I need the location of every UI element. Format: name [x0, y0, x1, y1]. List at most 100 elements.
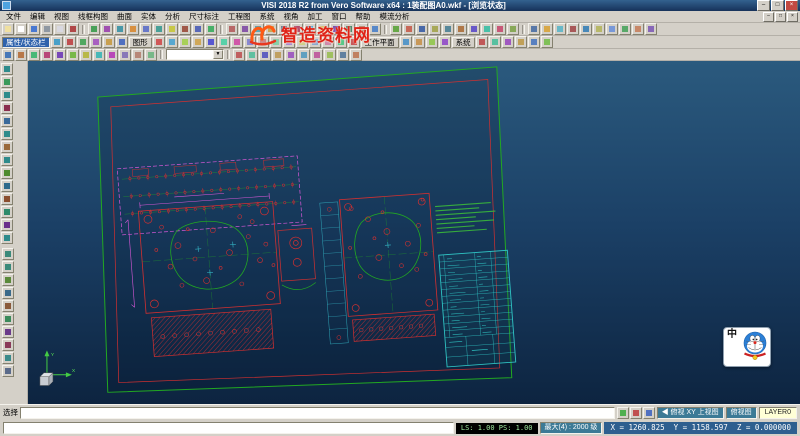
toolbar-icon[interactable] — [429, 23, 441, 35]
sidebar-tool-icon[interactable] — [1, 180, 13, 192]
menu-item[interactable]: 尺寸标注 — [185, 11, 223, 22]
menu-item[interactable]: 视图 — [50, 11, 73, 22]
toolbar-icon[interactable] — [179, 36, 191, 48]
menu-item[interactable]: 帮助 — [352, 11, 375, 22]
menu-item[interactable]: 窗口 — [328, 11, 351, 22]
status-tool-icon[interactable] — [643, 407, 655, 419]
view-name-button[interactable]: 俯视图 — [726, 407, 757, 419]
toolbar-icon[interactable] — [166, 23, 178, 35]
toolbar-icon[interactable] — [455, 23, 467, 35]
toolbar-icon[interactable] — [166, 36, 178, 48]
status-tool-icon[interactable] — [617, 407, 629, 419]
toolbar-icon[interactable] — [192, 36, 204, 48]
toolbar-icon[interactable] — [116, 36, 128, 48]
tab-system[interactable]: 系统 — [452, 37, 475, 48]
menu-item[interactable]: 编辑 — [26, 11, 49, 22]
toolbar-icon[interactable] — [233, 49, 245, 61]
cad-viewport[interactable]: YX — [28, 61, 800, 404]
toolbar-icon[interactable] — [283, 36, 295, 48]
toolbar-icon[interactable] — [15, 23, 27, 35]
sidebar-tool-icon[interactable] — [2, 287, 14, 299]
toolbar-icon[interactable] — [507, 23, 519, 35]
cad-canvas[interactable]: YX 中 — [28, 61, 800, 404]
toolbar-icon[interactable] — [400, 36, 412, 48]
sidebar-tool-icon[interactable] — [1, 206, 13, 218]
toolbar-icon[interactable] — [106, 49, 118, 61]
toolbar-icon[interactable] — [330, 23, 342, 35]
toolbar-icon[interactable] — [403, 23, 415, 35]
toolbar-combo[interactable]: ▼ — [166, 49, 224, 60]
toolbar-icon[interactable] — [442, 23, 454, 35]
toolbar-icon[interactable] — [322, 36, 334, 48]
toolbar-icon[interactable] — [645, 23, 657, 35]
sidebar-tool-icon[interactable] — [1, 76, 13, 88]
maximize-button[interactable]: □ — [771, 0, 784, 11]
close-button[interactable]: × — [785, 0, 798, 11]
toolbar-icon[interactable] — [291, 23, 303, 35]
sidebar-tool-icon[interactable] — [2, 326, 14, 338]
toolbar-icon[interactable] — [606, 23, 618, 35]
toolbar-icon[interactable] — [270, 36, 282, 48]
snap-setting-button[interactable]: 最大(4) : 2000 级 — [540, 422, 603, 434]
toolbar-icon[interactable] — [309, 36, 321, 48]
tab-properties-status[interactable]: 属性/状态栏 — [2, 37, 50, 48]
toolbar-icon[interactable] — [153, 36, 165, 48]
toolbar-icon[interactable] — [114, 23, 126, 35]
toolbar-icon[interactable] — [343, 23, 355, 35]
toolbar-icon[interactable] — [145, 49, 157, 61]
toolbar-icon[interactable] — [324, 49, 336, 61]
toolbar-icon[interactable] — [119, 49, 131, 61]
chevron-down-icon[interactable]: ▼ — [213, 50, 223, 59]
toolbar-icon[interactable] — [41, 23, 53, 35]
menu-item[interactable]: 实体 — [137, 11, 160, 22]
toolbar-icon[interactable] — [218, 36, 230, 48]
toolbar-icon[interactable] — [179, 23, 191, 35]
toolbar-icon[interactable] — [439, 36, 451, 48]
toolbar-icon[interactable] — [64, 36, 76, 48]
toolbar-icon[interactable] — [369, 23, 381, 35]
toolbar-icon[interactable] — [356, 23, 368, 35]
menu-item[interactable]: 文件 — [2, 11, 25, 22]
sidebar-tool-icon[interactable] — [1, 167, 13, 179]
toolbar-icon[interactable] — [476, 36, 488, 48]
mdi-minimize-button[interactable]: – — [763, 12, 774, 22]
sidebar-tool-icon[interactable] — [2, 300, 14, 312]
menu-item[interactable]: 线框构图 — [74, 11, 112, 22]
toolbar-icon[interactable] — [28, 23, 40, 35]
toolbar-icon[interactable] — [390, 23, 402, 35]
menu-item[interactable]: 视角 — [280, 11, 303, 22]
toolbar-icon[interactable] — [632, 23, 644, 35]
sidebar-tool-icon[interactable] — [1, 128, 13, 140]
view-orientation-button[interactable]: ◀ 俯视 XY 上视图 — [657, 407, 724, 419]
toolbar-icon[interactable] — [335, 36, 347, 48]
menu-item[interactable]: 系统 — [256, 11, 279, 22]
toolbar-icon[interactable] — [231, 36, 243, 48]
toolbar-icon[interactable] — [257, 36, 269, 48]
toolbar-icon[interactable] — [481, 23, 493, 35]
sidebar-tool-icon[interactable] — [1, 63, 13, 75]
toolbar-icon[interactable] — [619, 23, 631, 35]
toolbar-icon[interactable] — [93, 49, 105, 61]
toolbar-icon[interactable] — [278, 23, 290, 35]
active-layer-chip[interactable]: LAYER0 — [759, 407, 797, 419]
toolbar-icon[interactable] — [132, 49, 144, 61]
toolbar-icon[interactable] — [153, 23, 165, 35]
sidebar-tool-icon[interactable] — [1, 232, 13, 244]
toolbar-icon[interactable] — [285, 49, 297, 61]
toolbar-icon[interactable] — [226, 23, 238, 35]
tab-graphics[interactable]: 图形 — [129, 37, 152, 48]
toolbar-icon[interactable] — [528, 36, 540, 48]
toolbar-icon[interactable] — [489, 36, 501, 48]
toolbar-icon[interactable] — [541, 23, 553, 35]
toolbar-icon[interactable] — [426, 36, 438, 48]
sidebar-tool-icon[interactable] — [2, 365, 14, 377]
toolbar-icon[interactable] — [101, 23, 113, 35]
toolbar-icon[interactable] — [567, 23, 579, 35]
toolbar-icon[interactable] — [80, 49, 92, 61]
toolbar-icon[interactable] — [54, 23, 66, 35]
toolbar-icon[interactable] — [67, 23, 79, 35]
toolbar-icon[interactable] — [317, 23, 329, 35]
menu-item[interactable]: 模流分析 — [376, 11, 414, 22]
toolbar-icon[interactable] — [54, 49, 66, 61]
toolbar-icon[interactable] — [103, 36, 115, 48]
